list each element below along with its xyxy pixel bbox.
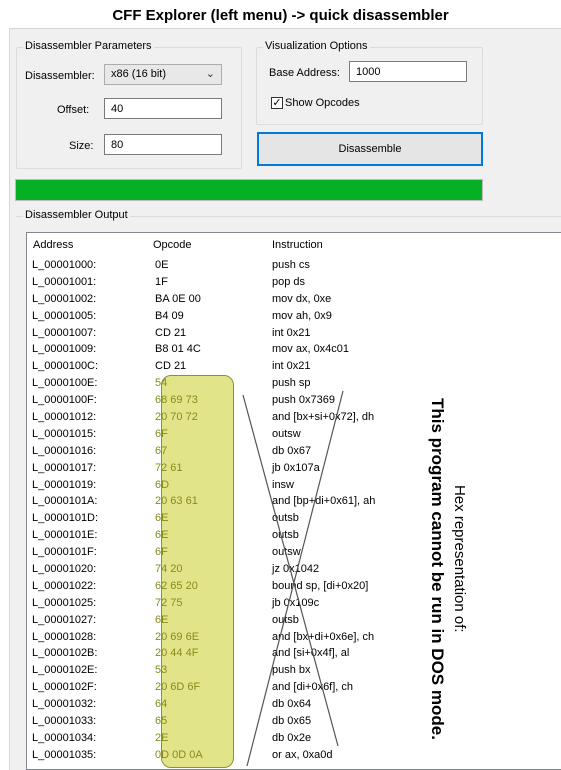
group-title: Disassembler Parameters bbox=[23, 40, 154, 52]
hex-representation-caption: Hex representation of: bbox=[451, 485, 468, 633]
quick-disassembler-panel: Disassembler Parameters Disassembler: x8… bbox=[9, 28, 561, 770]
show-opcodes-checkbox[interactable]: ✓ bbox=[271, 97, 283, 109]
disassembler-parameters-group: Disassembler Parameters Disassembler: x8… bbox=[16, 40, 242, 169]
disassembler-select[interactable]: x86 (16 bit) ⌄ bbox=[104, 64, 222, 85]
checkmark-icon: ✓ bbox=[272, 97, 282, 109]
disassembler-label: Disassembler: bbox=[25, 70, 95, 82]
group-title: Visualization Options bbox=[263, 40, 370, 52]
show-opcodes-label: Show Opcodes bbox=[285, 97, 360, 109]
progress-bar bbox=[15, 179, 483, 201]
offset-field[interactable] bbox=[104, 98, 222, 119]
disassemble-button[interactable]: Disassemble bbox=[257, 132, 483, 166]
base-address-label: Base Address: bbox=[269, 67, 340, 79]
dos-mode-message: This program cannot be run in DOS mode. bbox=[428, 398, 447, 740]
base-address-field[interactable] bbox=[349, 61, 467, 82]
size-field[interactable] bbox=[104, 134, 222, 155]
visualization-options-group: Visualization Options Base Address: ✓ Sh… bbox=[256, 40, 483, 125]
offset-label: Offset: bbox=[57, 104, 90, 116]
disassembly-listview[interactable]: Address Opcode Instruction L_00001000: 0E… bbox=[26, 232, 561, 770]
progress-fill bbox=[16, 180, 482, 200]
cross-out-mark bbox=[242, 390, 344, 767]
chevron-down-icon: ⌄ bbox=[205, 68, 215, 80]
disassembler-output-title: Disassembler Output bbox=[23, 209, 130, 221]
annotation-banner: CFF Explorer (left menu) -> quick disass… bbox=[112, 7, 449, 24]
size-label: Size: bbox=[69, 140, 94, 152]
disassembler-select-value: x86 (16 bit) bbox=[111, 68, 167, 80]
